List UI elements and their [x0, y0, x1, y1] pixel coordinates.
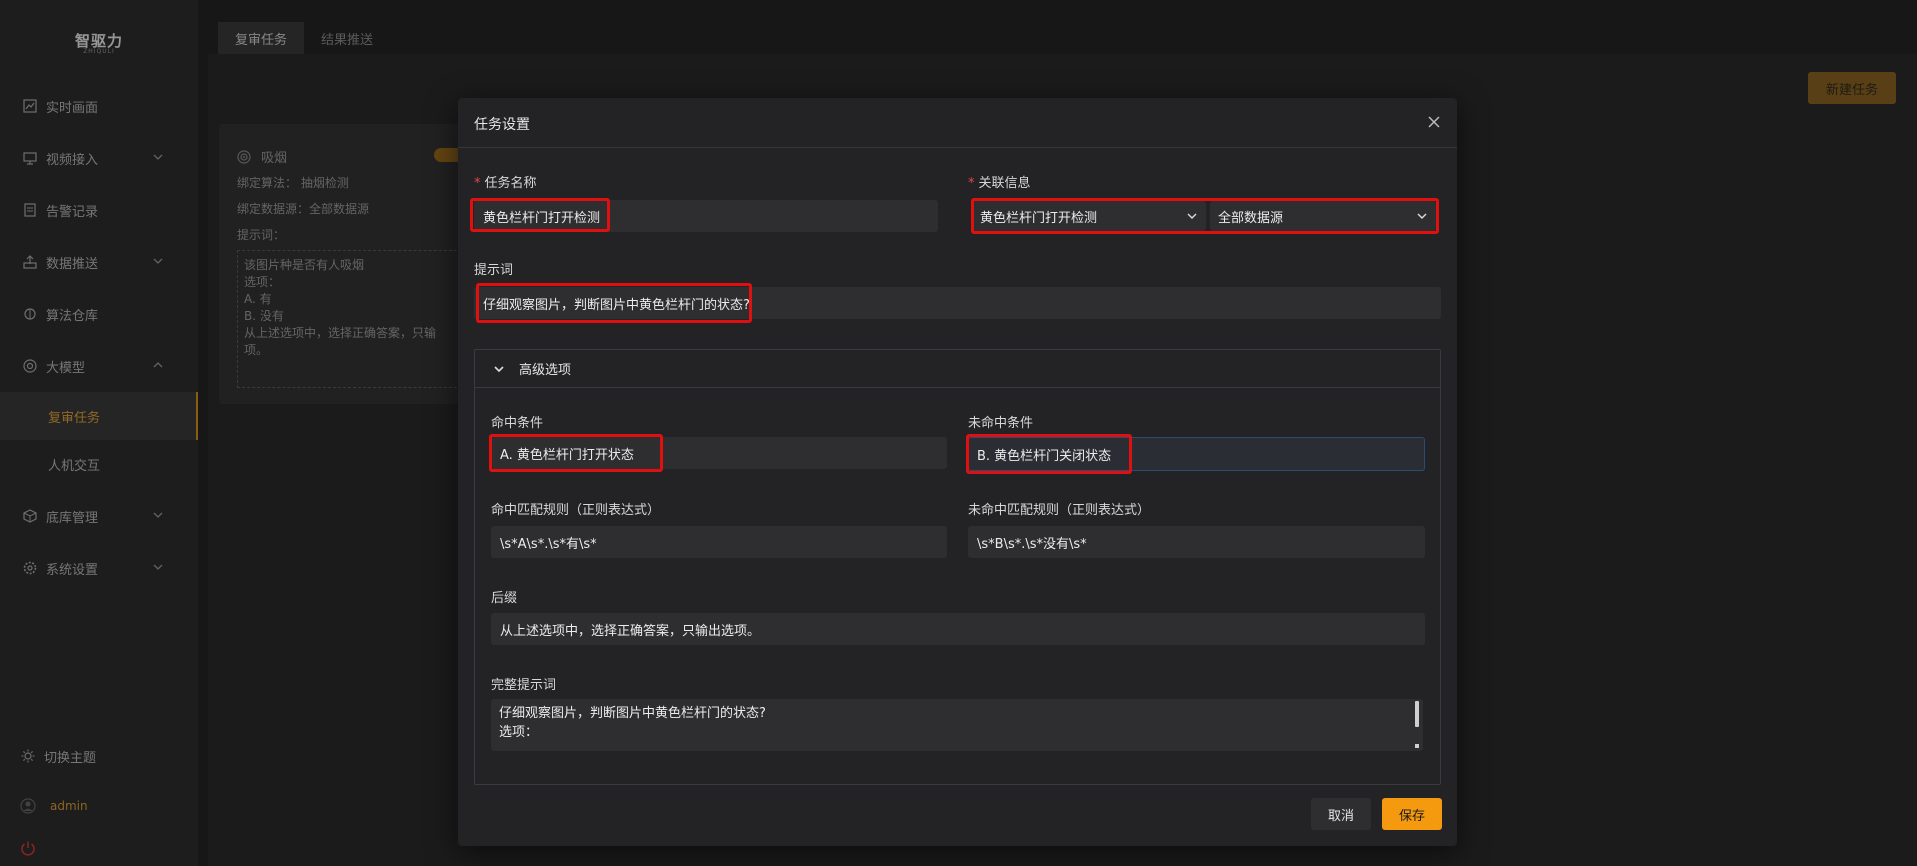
chevron-down-icon: [1187, 213, 1197, 219]
datasource-select[interactable]: 全部数据源: [1210, 201, 1436, 231]
scrollbar-thumb[interactable]: [1415, 701, 1419, 727]
advanced-options-title: 高级选项: [519, 363, 572, 378]
hit-regex-input[interactable]: \s*A\s*.\s*有\s*: [491, 526, 947, 558]
task-settings-dialog: 任务设置 * 任务名称 黄色栏杆门打开检测 * 关联信息 黄色栏杆门打开检测 全部数…: [458, 98, 1457, 846]
hit-condition-label: 命中条件: [491, 416, 544, 431]
prompt-input[interactable]: 仔细观察图片，判断图片中黄色栏杆门的状态?: [474, 287, 1441, 319]
chevron-down-icon: [494, 365, 504, 372]
required-mark: *: [968, 176, 975, 191]
datasource-select-value: 全部数据源: [1218, 210, 1284, 226]
dialog-title: 任务设置: [474, 117, 530, 133]
full-prompt-label: 完整提示词: [491, 678, 557, 693]
prompt-label: 提示词: [474, 263, 514, 278]
suffix-input[interactable]: 从上述选项中，选择正确答案，只输出选项。: [491, 613, 1425, 645]
suffix-label: 后缀: [491, 591, 518, 606]
advanced-options-header[interactable]: 高级选项: [475, 350, 1440, 388]
full-prompt-line: 选项：: [499, 725, 539, 740]
advanced-options-panel: 高级选项 命中条件 A. 黄色栏杆门打开状态 未命中条件 B. 黄色栏杆门关闭状…: [474, 349, 1441, 785]
related-info-label: * 关联信息: [968, 172, 1031, 191]
hit-condition-input[interactable]: A. 黄色栏杆门打开状态: [491, 437, 947, 469]
miss-regex-label: 未命中匹配规则（正则表达式）: [968, 503, 1151, 518]
miss-condition-label: 未命中条件: [968, 416, 1034, 431]
scrollbar-end: [1415, 744, 1419, 748]
hit-regex-label: 命中匹配规则（正则表达式）: [491, 503, 661, 518]
full-prompt-line: 仔细观察图片，判断图片中黄色栏杆门的状态?: [499, 706, 766, 721]
algorithm-select-value: 黄色栏杆门打开检测: [980, 210, 1098, 226]
save-button[interactable]: 保存: [1382, 798, 1442, 830]
cancel-button[interactable]: 取消: [1311, 798, 1371, 830]
task-name-label: * 任务名称: [474, 172, 537, 191]
miss-regex-input[interactable]: \s*B\s*.\s*没有\s*: [968, 526, 1425, 558]
label-text: 关联信息: [978, 176, 1031, 191]
close-icon[interactable]: [1425, 113, 1443, 131]
chevron-down-icon: [1417, 213, 1427, 219]
full-prompt-textarea[interactable]: 仔细观察图片，判断图片中黄色栏杆门的状态? 选项：: [491, 699, 1423, 751]
task-name-input[interactable]: 黄色栏杆门打开检测: [474, 200, 938, 232]
miss-condition-input[interactable]: B. 黄色栏杆门关闭状态: [968, 437, 1425, 471]
required-mark: *: [474, 176, 481, 191]
dialog-header: 任务设置: [458, 98, 1457, 148]
label-text: 任务名称: [484, 176, 537, 191]
algorithm-select[interactable]: 黄色栏杆门打开检测: [972, 201, 1206, 231]
